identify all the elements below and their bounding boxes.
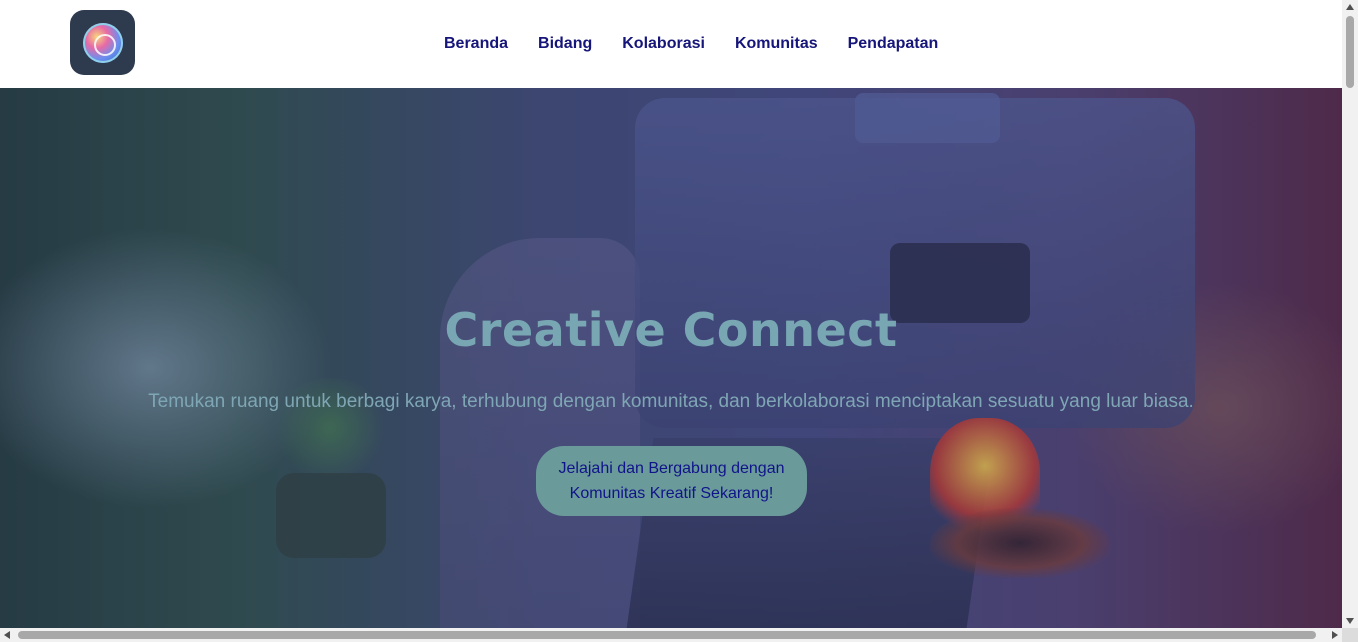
scrollbar-corner — [1342, 628, 1358, 642]
hero-background-camera-top — [855, 93, 1000, 143]
creative-connect-logo-icon — [82, 22, 123, 63]
hero-background-hand — [440, 238, 640, 628]
scroll-down-arrow-icon[interactable] — [1346, 618, 1354, 624]
hero-background-pot — [276, 473, 386, 558]
nav-link-kolaborasi[interactable]: Kolaborasi — [612, 35, 705, 53]
hero-background-butterfly — [930, 508, 1110, 578]
hero-section: Creative Connect Temukan ruang untuk ber… — [0, 88, 1342, 628]
scroll-right-arrow-icon[interactable] — [1332, 631, 1338, 639]
cta-join-button[interactable]: Jelajahi dan Bergabung dengan Komunitas … — [536, 446, 807, 516]
main-nav: Beranda Bidang Kolaborasi Komunitas Pend… — [434, 33, 938, 55]
hero-title: Creative Connect — [444, 303, 898, 357]
horizontal-scrollbar[interactable] — [0, 628, 1342, 642]
site-header: Beranda Bidang Kolaborasi Komunitas Pend… — [0, 0, 1342, 88]
logo[interactable] — [70, 10, 135, 75]
nav-link-komunitas[interactable]: Komunitas — [725, 35, 818, 53]
horizontal-scroll-thumb[interactable] — [18, 631, 1316, 639]
hero-subtitle: Temukan ruang untuk berbagi karya, terhu… — [148, 391, 1194, 412]
nav-link-beranda[interactable]: Beranda — [434, 35, 508, 53]
vertical-scrollbar[interactable] — [1342, 0, 1358, 628]
scroll-left-arrow-icon[interactable] — [4, 631, 10, 639]
nav-link-pendapatan[interactable]: Pendapatan — [838, 35, 939, 53]
nav-link-bidang[interactable]: Bidang — [528, 35, 592, 53]
vertical-scroll-thumb[interactable] — [1346, 16, 1354, 88]
scroll-up-arrow-icon[interactable] — [1346, 4, 1354, 10]
